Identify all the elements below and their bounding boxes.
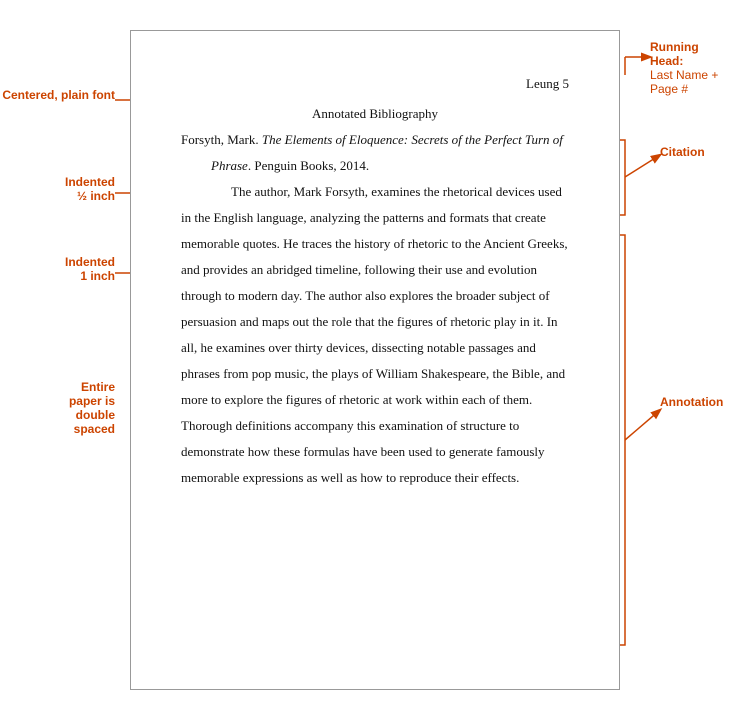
indented-one-label: Indented1 inch <box>0 255 115 283</box>
double-spaced-label: Entirepaper isdoublespaced <box>0 380 115 436</box>
page-header: Leung 5 <box>181 71 569 97</box>
indented-half-label: Indented½ inch <box>0 175 115 203</box>
citation-block: Forsyth, Mark. The Elements of Eloquence… <box>181 127 569 179</box>
page-title: Annotated Bibliography <box>181 101 569 127</box>
citation-publisher: . Penguin Books, 2014. <box>248 158 369 173</box>
annotation-label: Annotation <box>660 395 745 409</box>
running-head-label: RunningHead:Last Name +Page # <box>650 40 745 96</box>
citation-author: Forsyth, Mark. <box>181 132 262 147</box>
annotation-text: The author, Mark Forsyth, examines the r… <box>181 184 568 485</box>
centered-plain-label: Centered, plain font <box>0 88 115 102</box>
header-name: Leung 5 <box>526 71 569 97</box>
annotation-block: The author, Mark Forsyth, examines the r… <box>181 179 569 491</box>
document-page: Leung 5 Annotated Bibliography Forsyth, … <box>130 30 620 690</box>
citation-label: Citation <box>660 145 745 159</box>
